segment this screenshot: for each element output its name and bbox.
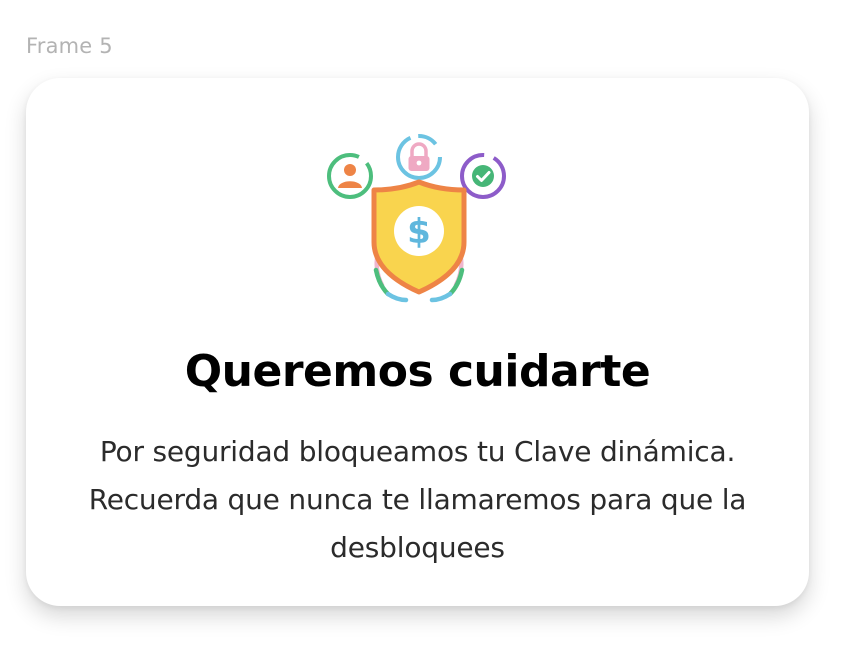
user-icon [327,153,373,199]
svg-text:$: $ [407,212,431,252]
lock-icon [396,134,442,180]
dollar-icon: $ [407,212,431,252]
frame-label: Frame 5 [26,34,113,58]
message-line: Por seguridad bloqueamos tu Clave dinámi… [99,435,736,468]
card-message: Por seguridad bloqueamos tu Clave dinámi… [66,428,769,572]
message-line: Recuerda que nunca te llamaremos para qu… [88,483,747,516]
security-alert-card: $ Queremos cuidarte Por seguridad bloque… [26,78,809,606]
check-icon [460,153,506,199]
message-line: desbloquees [330,531,505,564]
security-illustration: $ [327,134,506,303]
card-title: Queremos cuidarte [184,346,651,397]
